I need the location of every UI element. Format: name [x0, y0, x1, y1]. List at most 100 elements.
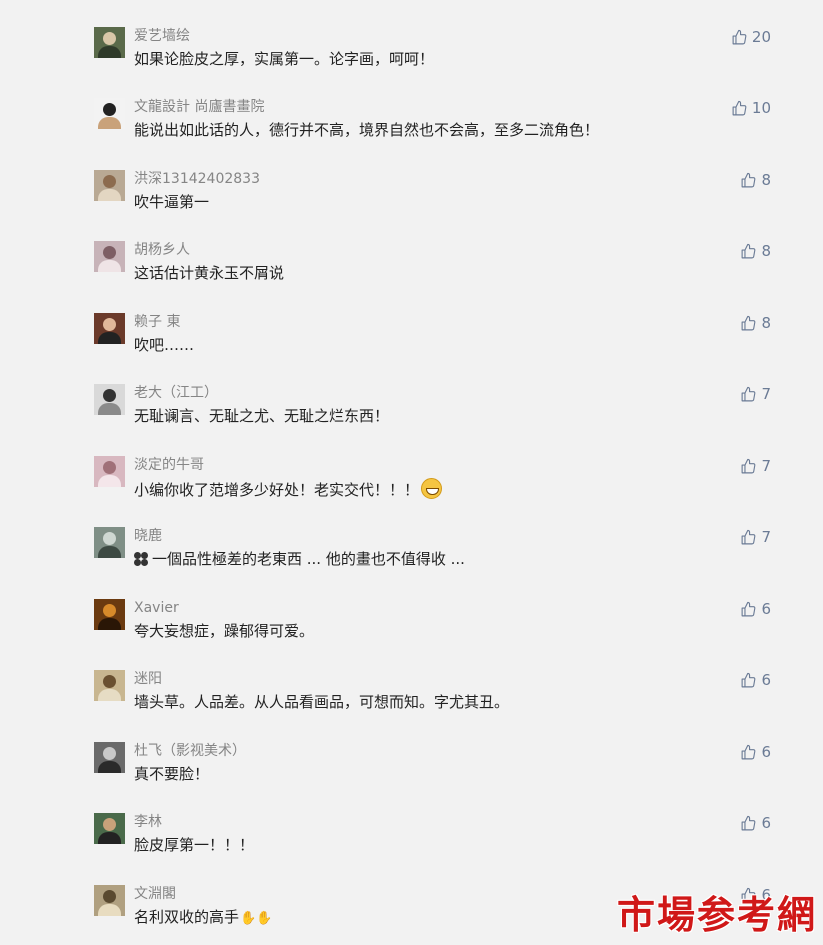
- like-count: 20: [751, 28, 771, 46]
- comment-text: 如果论脸皮之厚，实属第一。论字画，呵呵！: [134, 49, 434, 70]
- thumbs-up-icon: [731, 100, 748, 117]
- comment-item: 杜飞（影视美术） 真不要脸！ 6: [0, 742, 823, 802]
- like-button[interactable]: 8: [740, 241, 771, 261]
- like-count: 8: [761, 171, 771, 189]
- comment-item: 迷阳墙头草。人品差。从人品看画品，可想而知。字尤其丑。 6: [0, 670, 823, 730]
- like-button[interactable]: 6: [740, 599, 771, 619]
- comment-nickname[interactable]: 杜飞（影视美术）: [134, 742, 246, 760]
- avatar-body: [98, 117, 121, 129]
- avatar[interactable]: [94, 313, 125, 344]
- comment-nickname[interactable]: 老大（江工）: [134, 384, 218, 402]
- avatar[interactable]: [94, 599, 125, 630]
- comment-nickname[interactable]: 赖子 東: [134, 313, 180, 331]
- thumbs-up-icon: [731, 29, 748, 46]
- comment-text: 能说出如此话的人，德行并不高，境界自然也不会高，至多二流角色！: [134, 120, 599, 141]
- comment-nickname[interactable]: 李林: [134, 813, 162, 831]
- comment-item: 老大（江工） 无耻谰言、无耻之尤、无耻之烂东西！ 7: [0, 384, 823, 444]
- thumbs-up-icon: [740, 672, 757, 689]
- thumbs-up-icon: [740, 458, 757, 475]
- comment-item: 淡定的牛哥小编你收了范增多少好处！老实交代！！！ 7: [0, 456, 823, 516]
- avatar-head: [103, 747, 116, 760]
- comment-nickname[interactable]: 文龍設計󠄀 尚廬書畫院: [134, 98, 264, 116]
- like-count: 6: [761, 814, 771, 832]
- like-button[interactable]: 6: [740, 813, 771, 833]
- like-button[interactable]: 6: [740, 670, 771, 690]
- flower-emoji-icon: [134, 552, 148, 566]
- avatar-head: [103, 246, 116, 259]
- thumbs-up-icon: [740, 243, 757, 260]
- comment-body: 小编你收了范增多少好处！老实交代！！！: [134, 481, 420, 499]
- like-count: 6: [761, 600, 771, 618]
- like-count: 10: [751, 99, 771, 117]
- avatar[interactable]: [94, 98, 125, 129]
- avatar-body: [98, 260, 121, 272]
- thumbs-up-icon: [740, 386, 757, 403]
- like-button[interactable]: 10: [731, 98, 771, 118]
- avatar-head: [103, 890, 116, 903]
- avatar[interactable]: [94, 27, 125, 58]
- comment-text: 吹牛逼第一: [134, 192, 209, 213]
- comment-nickname[interactable]: 胡杨乡人: [134, 241, 190, 259]
- avatar-head: [103, 318, 116, 331]
- like-button[interactable]: 7: [740, 527, 771, 547]
- comment-item: 赖子 東吹吧…… 8: [0, 313, 823, 373]
- comment-body: 墙头草。人品差。从人品看画品，可想而知。字尤其丑。: [134, 693, 510, 711]
- comment-text: 夸大妄想症，躁郁得可爱。: [134, 621, 314, 642]
- avatar[interactable]: [94, 384, 125, 415]
- avatar[interactable]: [94, 670, 125, 701]
- comment-nickname[interactable]: 迷阳: [134, 670, 162, 688]
- avatar-head: [103, 389, 116, 402]
- like-button[interactable]: 7: [740, 456, 771, 476]
- avatar[interactable]: [94, 456, 125, 487]
- comment-nickname[interactable]: 文淵閣: [134, 885, 176, 903]
- comment-nickname[interactable]: 洪深13142402833: [134, 170, 260, 188]
- comment-body: 脸皮厚第一！！！: [134, 836, 255, 854]
- avatar-body: [98, 618, 121, 630]
- avatar-body: [98, 332, 121, 344]
- like-count: 6: [761, 671, 771, 689]
- avatar-head: [103, 175, 116, 188]
- comment-item: Xavier 夸大妄想症，躁郁得可爱。 6: [0, 599, 823, 659]
- thumbs-up-icon: [740, 315, 757, 332]
- comment-body: 真不要脸！: [134, 765, 210, 783]
- comment-body: 名利双收的高手: [134, 908, 240, 926]
- like-count: 8: [761, 242, 771, 260]
- avatar-body: [98, 189, 121, 201]
- avatar[interactable]: [94, 241, 125, 272]
- avatar[interactable]: [94, 885, 125, 916]
- comment-nickname[interactable]: 晓鹿: [134, 527, 162, 545]
- comment-nickname[interactable]: Xavier: [134, 599, 179, 617]
- avatar-head: [103, 103, 116, 116]
- like-count: 6: [761, 743, 771, 761]
- like-count: 7: [761, 528, 771, 546]
- comment-item: 李林脸皮厚第一！！！ 6: [0, 813, 823, 873]
- avatar-body: [98, 46, 121, 58]
- comment-item: 爱艺墙绘如果论脸皮之厚，实属第一。论字画，呵呵！ 20: [0, 27, 823, 87]
- comment-body: 无耻谰言、无耻之尤、无耻之烂东西！: [134, 407, 390, 425]
- like-button[interactable]: 8: [740, 170, 771, 190]
- comment-text: 小编你收了范增多少好处！老实交代！！！: [134, 478, 443, 501]
- comment-nickname[interactable]: 爱艺墙绘: [134, 27, 190, 45]
- comment-body: 夸大妄想症，躁郁得可爱。: [134, 622, 315, 640]
- like-button[interactable]: 8: [740, 313, 771, 333]
- avatar-head: [103, 32, 116, 45]
- like-button[interactable]: 7: [740, 384, 771, 404]
- comment-item: 晓鹿 一個品性極差的老東西 ... 他的畫也不值得收 ... 7: [0, 527, 823, 587]
- avatar[interactable]: [94, 170, 125, 201]
- avatar[interactable]: [94, 742, 125, 773]
- avatar[interactable]: [94, 813, 125, 844]
- like-button[interactable]: 20: [731, 27, 771, 47]
- like-count: 7: [761, 385, 771, 403]
- avatar-head: [103, 532, 116, 545]
- comment-item: 洪深13142402833 吹牛逼第一 8: [0, 170, 823, 230]
- comment-text: 这话估计黄永玉不屑说: [134, 263, 284, 284]
- avatar-body: [98, 832, 121, 844]
- like-button[interactable]: 6: [740, 742, 771, 762]
- avatar[interactable]: [94, 527, 125, 558]
- avatar-body: [98, 475, 121, 487]
- avatar-head: [103, 818, 116, 831]
- avatar-body: [98, 403, 121, 415]
- avatar-body: [98, 689, 121, 701]
- avatar-head: [103, 675, 116, 688]
- comment-nickname[interactable]: 淡定的牛哥: [134, 456, 204, 474]
